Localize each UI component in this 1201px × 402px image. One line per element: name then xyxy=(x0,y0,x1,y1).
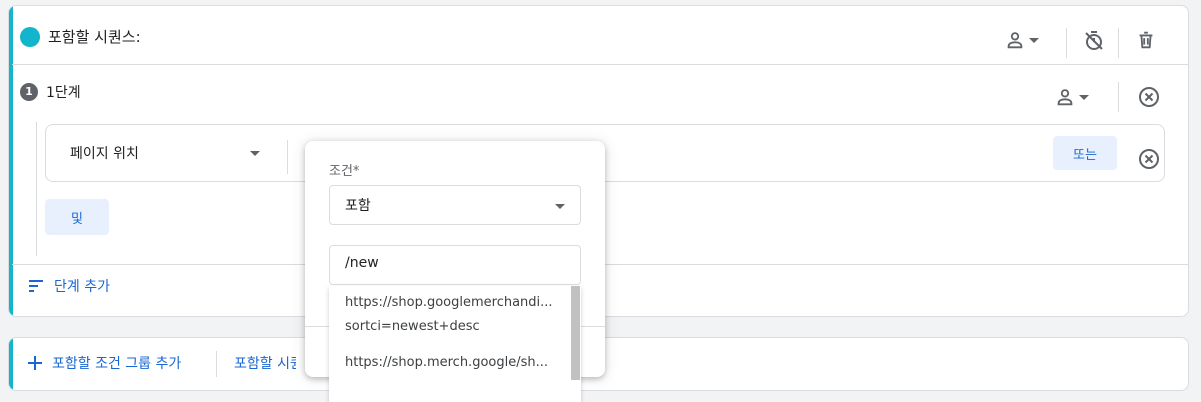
caret-down-icon xyxy=(1079,95,1089,100)
suggestions-list: https://shop.googlemerchandi... sortci=n… xyxy=(329,286,581,402)
condition-label: 조건* xyxy=(329,164,360,179)
trash-icon xyxy=(1139,31,1153,49)
or-button[interactable]: 또는 xyxy=(1053,136,1117,170)
close-circle-icon xyxy=(1139,87,1159,107)
sequence-title: 포함할 시퀀스: xyxy=(48,28,141,46)
caret-down-icon xyxy=(1029,38,1039,43)
dimension-select-label[interactable]: 페이지 위치 xyxy=(70,143,139,163)
and-button[interactable]: 및 xyxy=(45,199,109,235)
remove-condition-button[interactable] xyxy=(1137,147,1161,171)
timer-off-icon xyxy=(1085,31,1103,50)
person-icon xyxy=(1007,32,1023,49)
sort-icon xyxy=(29,280,43,292)
add-sequence-label: 포함할 시퀀스 추가 xyxy=(234,356,296,372)
timer-off-button[interactable] xyxy=(1082,29,1106,53)
add-step-button[interactable]: 단계 추가 xyxy=(28,276,110,296)
plus-icon xyxy=(28,356,42,370)
close-circle-icon xyxy=(1139,149,1159,169)
add-step-label: 단계 추가 xyxy=(54,279,110,295)
add-sequence-button[interactable]: 포함할 시퀀스 추가 xyxy=(224,353,296,373)
suggestion-item-line2[interactable]: sortci=newest+desc xyxy=(345,319,555,334)
sequence-dot xyxy=(20,27,40,47)
step-number-badge: 1 xyxy=(20,83,38,101)
suggestion-item[interactable]: https://shop.merch.google/sh... xyxy=(345,355,555,370)
step-scope-dropdown[interactable] xyxy=(1054,86,1092,108)
value-text: /new xyxy=(345,255,379,271)
accent-bar xyxy=(9,6,13,316)
step-title: 1단계 xyxy=(46,85,81,101)
scrollbar[interactable] xyxy=(571,286,580,380)
suggestion-item[interactable]: https://shop.googlemerchandi... xyxy=(345,295,555,310)
add-group-label: 포함할 조건 그룹 추가 xyxy=(52,356,182,372)
accent-bar xyxy=(9,338,13,390)
caret-down-icon[interactable] xyxy=(555,204,565,209)
person-icon xyxy=(1057,89,1073,106)
operator-value: 포함 xyxy=(345,198,371,214)
add-group-button[interactable]: 포함할 조건 그룹 추가 xyxy=(28,353,181,373)
caret-down-icon[interactable] xyxy=(250,151,260,156)
remove-step-button[interactable] xyxy=(1137,85,1161,109)
delete-button[interactable] xyxy=(1135,29,1157,51)
scope-dropdown[interactable] xyxy=(1004,29,1042,51)
condition-row xyxy=(45,124,1165,182)
